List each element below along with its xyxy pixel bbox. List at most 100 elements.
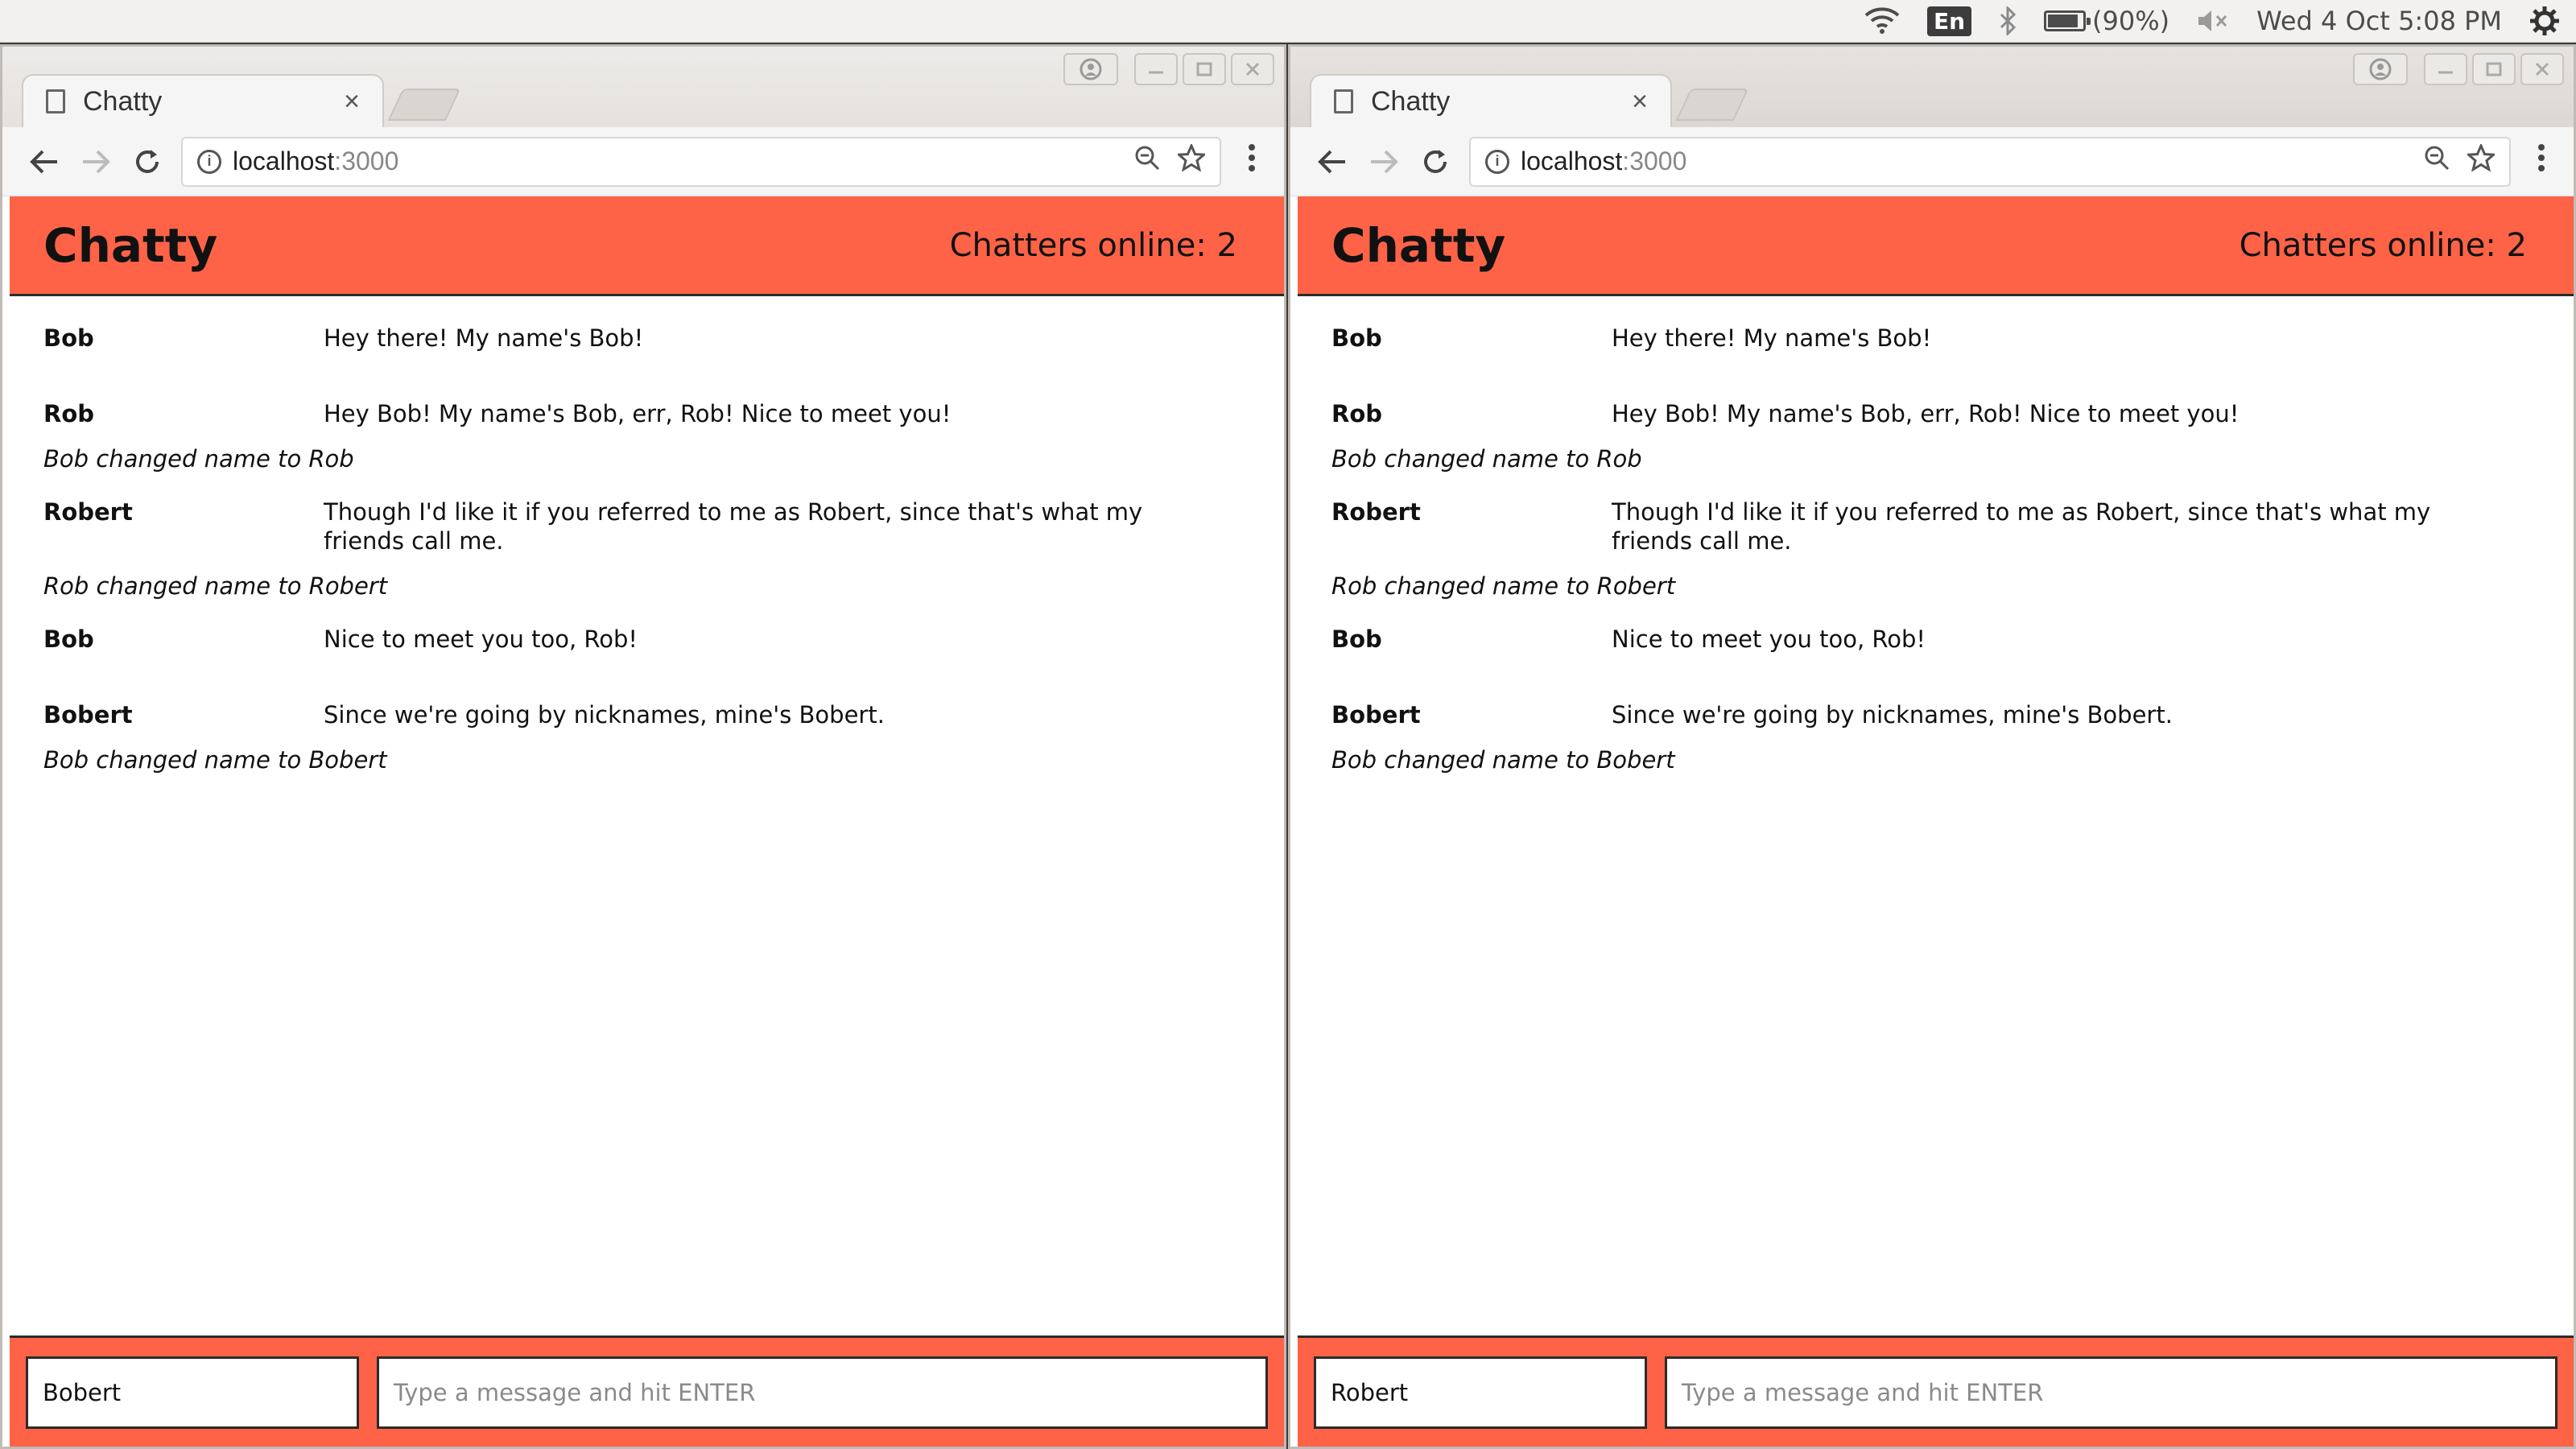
maximize-icon[interactable] xyxy=(2472,53,2516,85)
settings-gear-icon[interactable] xyxy=(2529,6,2560,36)
online-count: Chatters online: 2 xyxy=(949,226,1237,264)
browser-toolbar: i localhost :3000 xyxy=(1290,127,2574,196)
window-controls xyxy=(1063,53,1274,85)
tab-title: Chatty xyxy=(1371,85,1451,117)
app-brand: Chatty xyxy=(1331,217,1506,273)
close-window-icon[interactable] xyxy=(1231,53,1274,85)
system-notification: Bob changed name to Rob xyxy=(43,445,354,473)
site-info-icon[interactable]: i xyxy=(1485,149,1509,174)
message-username: Bobert xyxy=(43,701,133,729)
url-port: :3000 xyxy=(1622,147,1687,175)
forward-arrow-icon[interactable] xyxy=(1358,136,1410,188)
chatty-app: Chatty Chatters online: 2 Bob Hey there! … xyxy=(10,196,1284,1447)
chat-message: Robert Though I'd like it if you referred… xyxy=(1331,497,2540,555)
bookmark-star-icon[interactable] xyxy=(1175,142,1208,179)
wifi-icon[interactable] xyxy=(1864,7,1900,35)
keyboard-layout-indicator[interactable]: En xyxy=(1926,6,1971,36)
bluetooth-icon[interactable] xyxy=(1999,6,2017,35)
message-content: Hey Bob! My name's Bob, err, Rob! Nice t… xyxy=(324,400,952,427)
tab-title: Chatty xyxy=(83,85,163,117)
app-brand: Chatty xyxy=(43,217,218,273)
chat-message: Bobert Since we're going by nicknames, mi… xyxy=(1331,700,2540,729)
window-controls xyxy=(2353,53,2564,85)
system-notification: Rob changed name to Robert xyxy=(1331,572,1676,600)
message-username: Bob xyxy=(43,324,94,352)
message-content: Nice to meet you too, Rob! xyxy=(1612,625,1926,653)
profile-icon[interactable] xyxy=(2353,53,2408,85)
message-content: Hey Bob! My name's Bob, err, Rob! Nice t… xyxy=(1612,400,2240,427)
message-username: Robert xyxy=(43,498,133,526)
maximize-icon[interactable] xyxy=(1183,53,1226,85)
minimize-icon[interactable] xyxy=(1134,53,1178,85)
browser-titlebar: Chatty × xyxy=(1290,47,2574,127)
battery-percentage: (90%) xyxy=(2092,6,2170,36)
minimize-icon[interactable] xyxy=(2424,53,2467,85)
online-count: Chatters online: 2 xyxy=(2239,226,2527,264)
app-header: Chatty Chatters online: 2 xyxy=(10,196,1284,296)
chat-message: Bobert Since we're going by nicknames, mi… xyxy=(43,700,1250,729)
system-notification: Bob changed name to Bobert xyxy=(43,746,387,774)
back-arrow-icon[interactable] xyxy=(19,136,70,188)
message-list: Bob Hey there! My name's Bob! Rob Hey Bob! … xyxy=(10,296,1284,774)
message-input[interactable]: Type a message and hit ENTER xyxy=(1665,1356,2557,1429)
app-header: Chatty Chatters online: 2 xyxy=(1298,196,2574,296)
message-username: Bob xyxy=(1331,324,1382,352)
site-info-icon[interactable]: i xyxy=(197,149,221,174)
message-input[interactable]: Type a message and hit ENTER xyxy=(377,1356,1268,1429)
profile-icon[interactable] xyxy=(1063,53,1118,85)
address-bar[interactable]: i localhost :3000 xyxy=(1469,136,2511,187)
username-input[interactable]: Bobert xyxy=(26,1356,359,1429)
battery-indicator[interactable]: (90%) xyxy=(2044,6,2169,36)
zoom-out-icon[interactable] xyxy=(2424,145,2450,178)
tab-close-icon[interactable]: × xyxy=(1632,86,1648,118)
chat-message: Bob Nice to meet you too, Rob! xyxy=(43,625,1250,654)
chat-message: Rob Hey Bob! My name's Bob, err, Rob! Nic… xyxy=(1331,399,2540,428)
browser-tab[interactable]: Chatty × xyxy=(22,74,384,127)
battery-level-fill xyxy=(2048,14,2079,27)
browser-tab[interactable]: Chatty × xyxy=(1310,74,1672,127)
message-username: Bobert xyxy=(1331,701,1421,729)
reload-icon[interactable] xyxy=(122,136,173,188)
chat-message: Bob Nice to meet you too, Rob! xyxy=(1331,625,2540,654)
browser-window-left: Chatty × i localhost:3000 Chatty Chatte… xyxy=(0,44,1286,1449)
browser-menu-icon[interactable] xyxy=(2525,143,2557,180)
tab-close-icon[interactable]: × xyxy=(344,86,360,118)
reload-icon[interactable] xyxy=(1410,136,1461,188)
forward-arrow-icon[interactable] xyxy=(70,136,122,188)
chat-message: Bob Hey there! My name's Bob! xyxy=(1331,324,2540,353)
chat-message: Rob Hey Bob! My name's Bob, err, Rob! Nic… xyxy=(43,399,1250,428)
system-notification: Rob changed name to Robert xyxy=(43,572,388,600)
back-arrow-icon[interactable] xyxy=(1307,136,1358,188)
message-username: Bob xyxy=(1331,625,1382,653)
message-username: Rob xyxy=(43,400,95,427)
message-username: Rob xyxy=(1331,400,1383,427)
message-content: Hey there! My name's Bob! xyxy=(324,324,644,352)
message-content: Nice to meet you too, Rob! xyxy=(324,625,638,653)
browser-toolbar: i localhost :3000 xyxy=(2,127,1284,196)
browser-menu-icon[interactable] xyxy=(1236,143,1268,180)
chatty-app: Chatty Chatters online: 2 Bob Hey there! … xyxy=(1298,196,2574,1447)
chat-composer: Robert Type a message and hit ENTER xyxy=(1298,1335,2574,1447)
clock[interactable]: Wed 4 Oct 5:08 PM xyxy=(2256,6,2502,36)
chat-message: Robert Though I'd like it if you referred… xyxy=(43,497,1250,555)
zoom-out-icon[interactable] xyxy=(1134,145,1160,178)
battery-icon xyxy=(2044,10,2091,31)
message-list: Bob Hey there! My name's Bob! Rob Hey Bob! … xyxy=(1298,296,2574,774)
url-host: localhost xyxy=(1521,147,1623,175)
new-tab-button[interactable] xyxy=(387,89,461,121)
username-input[interactable]: Robert xyxy=(1314,1356,1647,1429)
message-content: Though I'd like it if you referred to me… xyxy=(324,498,1143,555)
browser-titlebar: Chatty × xyxy=(2,47,1284,127)
close-window-icon[interactable] xyxy=(2520,53,2564,85)
volume-muted-icon[interactable] xyxy=(2197,8,2229,34)
address-bar[interactable]: i localhost :3000 xyxy=(181,136,1221,187)
new-tab-button[interactable] xyxy=(1675,89,1749,121)
message-content: Since we're going by nicknames, mine's B… xyxy=(324,701,885,729)
bookmark-star-icon[interactable] xyxy=(2465,142,2497,179)
message-content: Since we're going by nicknames, mine's B… xyxy=(1612,701,2173,729)
page-icon xyxy=(46,89,65,114)
system-notification: Bob changed name to Rob xyxy=(1331,445,1642,473)
page-icon xyxy=(1334,89,1353,114)
message-content: Though I'd like it if you referred to me… xyxy=(1612,498,2431,555)
system-notification: Bob changed name to Bobert xyxy=(1331,746,1675,774)
